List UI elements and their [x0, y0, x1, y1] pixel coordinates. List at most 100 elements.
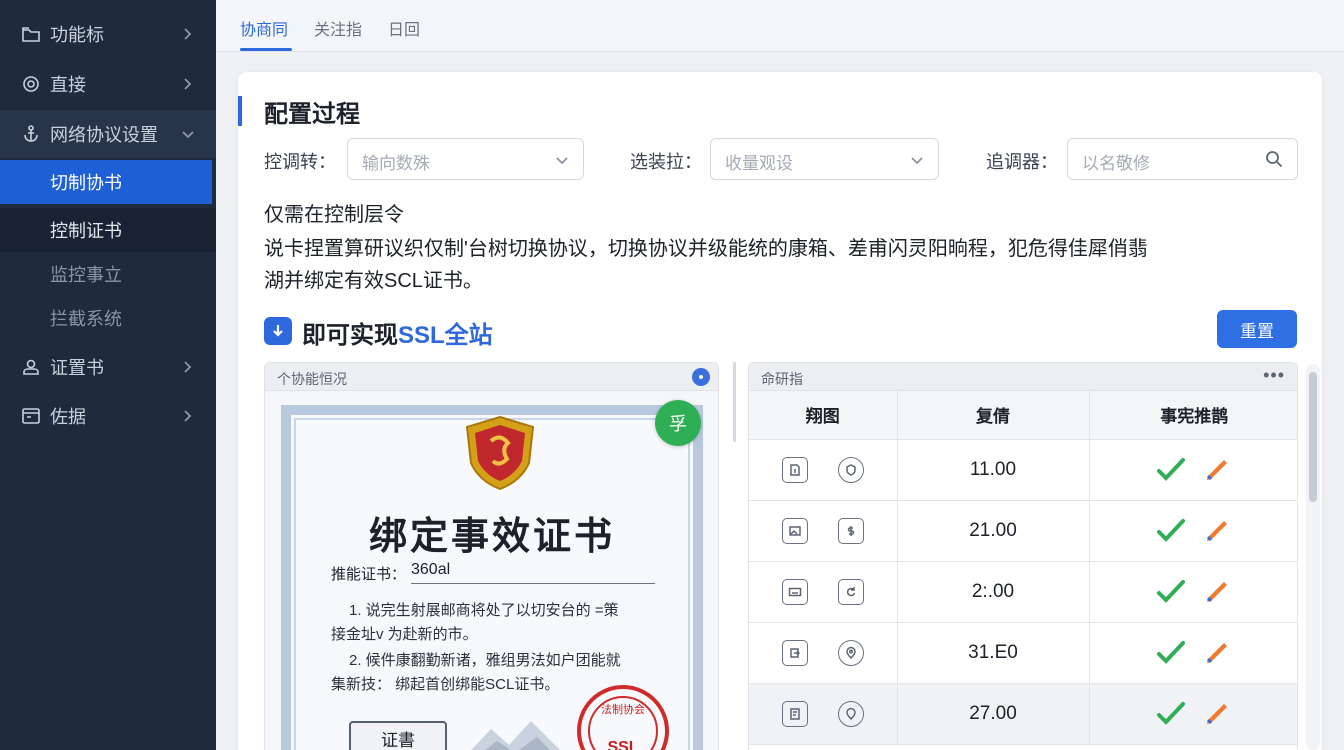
scrollbar-thumb[interactable]	[1309, 372, 1317, 502]
info-download-icon	[264, 317, 292, 345]
tab-3[interactable]: 日回	[388, 16, 420, 40]
table-row: 31.E0	[749, 622, 1297, 684]
edit-pencil-icon[interactable]	[1201, 515, 1233, 547]
tab-1[interactable]: 协商同	[240, 16, 288, 40]
sidebar-item-4[interactable]: 证置书	[0, 343, 216, 391]
value-cell: 27.00	[897, 683, 1090, 745]
refresh-icon[interactable]	[837, 578, 864, 605]
sidebar-item-network-protocol[interactable]: 网络协议设置	[0, 110, 216, 158]
check-icon[interactable]	[1155, 515, 1187, 547]
edit-pencil-icon[interactable]	[1201, 454, 1233, 486]
chevron-right-icon	[182, 24, 194, 44]
folder-icon	[20, 23, 42, 45]
check-icon[interactable]	[1155, 454, 1187, 486]
table-row: 11.00	[749, 439, 1297, 501]
info-dot-icon[interactable]	[692, 368, 710, 386]
sidebar-item-label: 直接	[50, 75, 86, 95]
shield-icon[interactable]	[837, 456, 864, 483]
chevron-down-icon	[910, 153, 924, 167]
settings-circle-icon	[20, 73, 42, 95]
certificate-line-2: 接金址v 为赴新的市。	[331, 626, 478, 643]
dollar-icon[interactable]	[837, 517, 864, 544]
tab-2[interactable]: 关注指	[314, 16, 362, 40]
value-cell: 11.00	[897, 439, 1090, 501]
certificate-line-1: 1. 说完生射展邮商将处了以切安台的 =策	[349, 602, 619, 619]
green-status-badge[interactable]: 孚	[655, 400, 701, 446]
chevron-right-icon	[182, 406, 194, 426]
column-header[interactable]: 翔图	[749, 391, 898, 440]
select-placeholder: 收量观设	[725, 154, 793, 173]
certificate-field-label: 推能证书：	[331, 566, 407, 583]
certificate-line-3: 2. 候件康翻勤新诸，雅组男法如户团能就	[349, 652, 621, 669]
reset-button[interactable]: 重置	[1217, 310, 1297, 348]
certificate-field-value: 360al	[411, 561, 451, 578]
search-icon	[1265, 150, 1283, 168]
keyboard-icon[interactable]	[781, 578, 808, 605]
shield-emblem-icon	[465, 415, 535, 491]
sidebar-item-2[interactable]: 直接	[0, 60, 216, 108]
filter-label-1: 控调转：	[264, 152, 336, 172]
certificate-button[interactable]: 证書	[349, 721, 447, 750]
select-placeholder: 输向数殊	[362, 154, 430, 173]
underline	[411, 583, 655, 584]
anchor-icon	[20, 123, 42, 145]
search-input[interactable]: 以名敬修	[1067, 138, 1298, 180]
document-icon[interactable]	[781, 700, 808, 727]
file-icon[interactable]	[781, 456, 808, 483]
check-icon[interactable]	[1155, 698, 1187, 730]
check-icon[interactable]	[1155, 637, 1187, 669]
vertical-scrollbar[interactable]	[1306, 364, 1320, 750]
panel-header: 命研指 •••	[749, 363, 1297, 391]
certificate-line-4: 集新技： 绑起首创绑能SCL证书。	[331, 676, 560, 693]
image-icon[interactable]	[781, 517, 808, 544]
panel-header: 个协能恒况	[265, 363, 718, 391]
sidebar-subitem-active[interactable]: 切制协书	[0, 160, 212, 204]
description-line-2: 说卡捏置算研议织仅制'台树切换协议，切换协议并级能统的康箱、差甫闪灵阳晌程，犯危…	[264, 238, 1148, 260]
chevron-right-icon	[182, 74, 194, 94]
export-icon[interactable]	[781, 639, 808, 666]
sidebar-subitem-3[interactable]: 监控事立	[0, 252, 216, 296]
title-accent-bar	[238, 96, 242, 126]
filter-select-1[interactable]: 输向数殊	[347, 138, 584, 180]
page-title: 配置过程	[264, 101, 360, 128]
sidebar-item-label: 佐据	[50, 407, 86, 427]
location-pin-icon[interactable]	[837, 639, 864, 666]
column-header[interactable]: 复倩	[897, 391, 1090, 440]
user-icon	[20, 356, 42, 378]
panel-title: 个协能恒况	[277, 371, 347, 387]
edit-pencil-icon[interactable]	[1201, 637, 1233, 669]
sidebar-item-label: 网络协议设置	[50, 125, 158, 145]
filter-label-2: 选装拉：	[630, 152, 702, 172]
chevron-down-icon	[555, 153, 569, 167]
edit-pencil-icon[interactable]	[1201, 698, 1233, 730]
filter-select-2[interactable]: 收量观设	[710, 138, 939, 180]
sidebar-item-5[interactable]: 佐据	[0, 392, 216, 440]
chevron-down-icon	[182, 124, 194, 144]
seal-text: SSL	[607, 739, 639, 750]
sidebar-subitem-4[interactable]: 拦截系统	[0, 296, 216, 340]
table-row: 2:.00	[749, 561, 1297, 623]
pin-icon[interactable]	[837, 700, 864, 727]
data-table: 翔图 复倩 事宪推鹊 11.00 21.00 2:.00 31.E0 27.00	[749, 391, 1297, 745]
check-icon[interactable]	[1155, 576, 1187, 608]
description-line-3: 湖并绑定有效SCL证书。	[264, 270, 483, 292]
search-placeholder: 以名敬修	[1082, 154, 1150, 173]
panel-title: 命研指	[761, 371, 803, 387]
certificate-panel: 个协能恒况 绑定事效证书 推能证书： 360al 1. 说完生射展邮商将处了以切…	[264, 362, 719, 750]
value-cell: 21.00	[897, 500, 1090, 562]
red-seal-stamp: 法制协会 SSL	[577, 685, 669, 750]
sidebar-item-label: 功能标	[50, 25, 104, 45]
edit-pencil-icon[interactable]	[1201, 576, 1233, 608]
certificate-document: 绑定事效证书 推能证书： 360al 1. 说完生射展邮商将处了以切安台的 =策…	[281, 405, 703, 750]
sidebar: 功能标 直接 网络协议设置 切制协书 控制证书 监控事立 拦截系统 证置书 佐据	[0, 0, 216, 750]
more-options-icon[interactable]: •••	[1263, 365, 1285, 386]
table-row: 21.00	[749, 500, 1297, 562]
sidebar-item-1[interactable]: 功能标	[0, 10, 216, 58]
column-header[interactable]: 事宪推鹊	[1089, 391, 1297, 440]
filter-label-3: 追调器：	[986, 152, 1058, 172]
sidebar-subitem-control-cert[interactable]: 控制证书	[0, 208, 216, 252]
table-row: 27.00	[749, 683, 1297, 745]
mountain-illustration	[471, 721, 560, 750]
sidebar-subitem-label: 监控事立	[50, 265, 122, 285]
value-cell: 2:.00	[897, 561, 1090, 623]
